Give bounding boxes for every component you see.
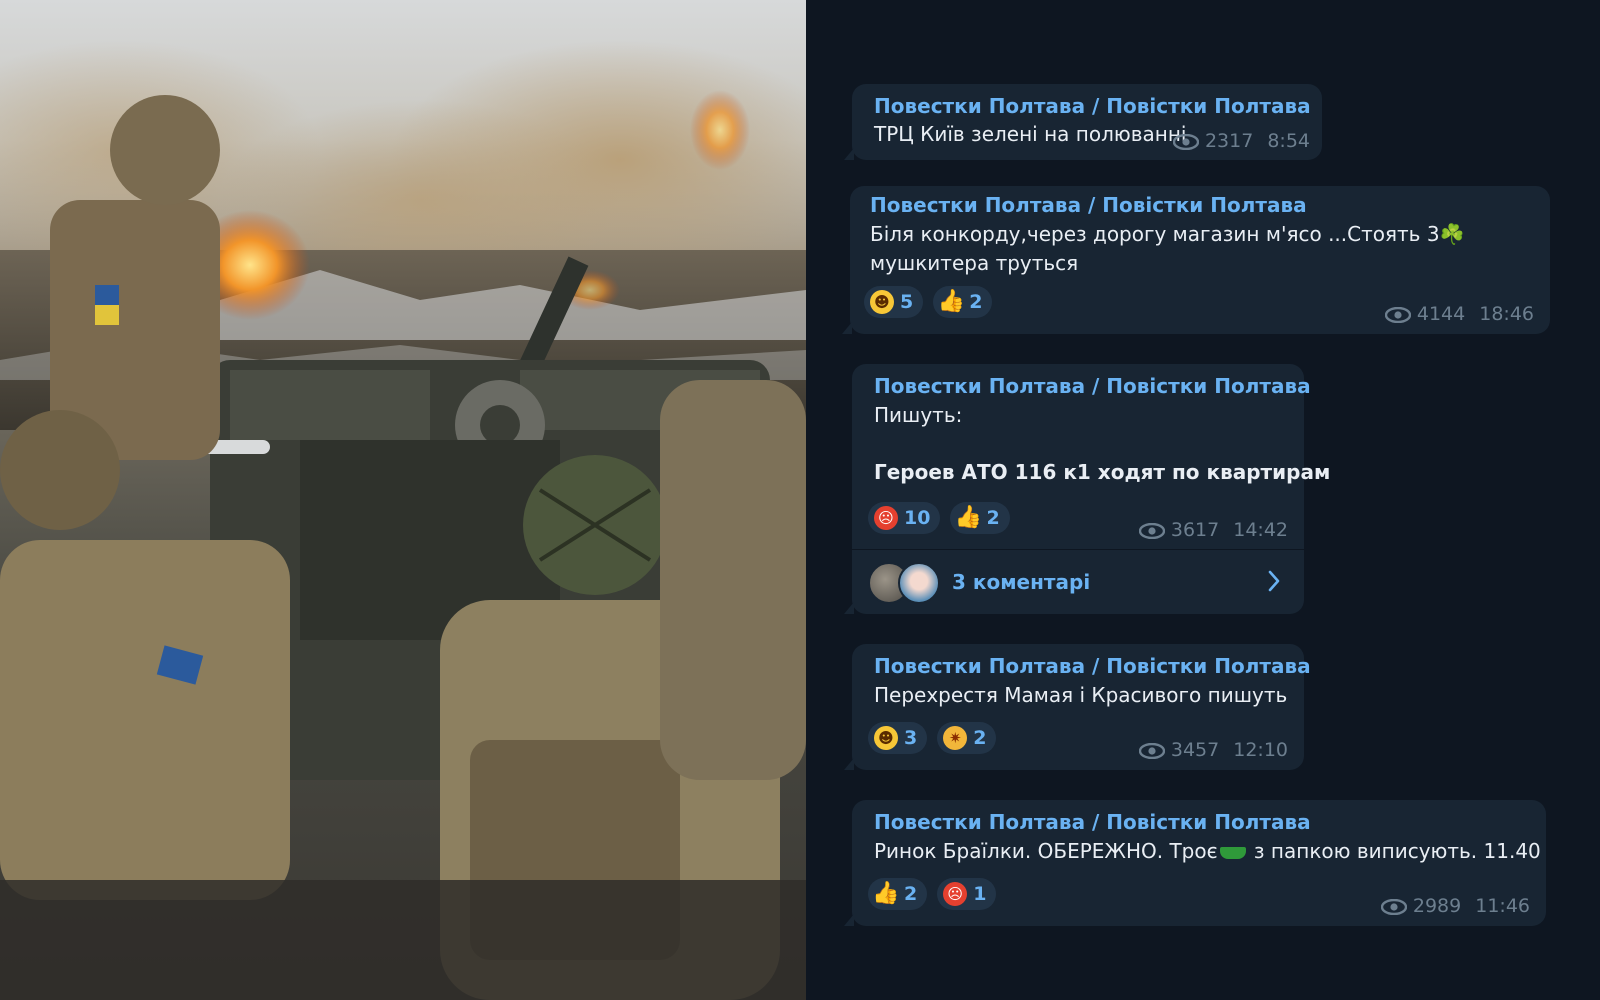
message[interactable]: Повестки Полтава / Повістки Полтава Біля… (842, 186, 1550, 334)
message[interactable]: Повестки Полтава / Повістки Полтава ТРЦ … (844, 84, 1322, 160)
message-time: 18:46 (1479, 303, 1534, 325)
reaction-grin[interactable]: ☻ 3 (868, 722, 928, 754)
message-text: Ринок Браїлки. ОБЕРЕЖНО. Троє з папкою в… (874, 837, 1541, 866)
message[interactable]: Повестки Полтава / Повістки Полтава Пере… (844, 644, 1311, 770)
angry-face-icon: ☹ (943, 882, 968, 906)
message-time: 11:46 (1475, 895, 1530, 917)
reaction-thumbs-up[interactable]: 👍 2 (933, 286, 993, 318)
message-author[interactable]: Повестки Полтава / Повістки Полтава (874, 652, 1311, 681)
message-text-line: мушкитера труться (870, 251, 1079, 275)
message-text: ТРЦ Київ зелені на полюванні (874, 122, 1187, 146)
reactions-bar: ☻ 3 ✷ 2 (868, 722, 997, 754)
reaction-count: 2 (969, 290, 983, 313)
message-author[interactable]: Повестки Полтава / Повістки Полтава (874, 372, 1311, 401)
reaction-angry[interactable]: ☹ 10 (868, 502, 941, 534)
message-meta: 3457 12:10 (1138, 736, 1288, 765)
thumbs-up-icon: 👍 (954, 505, 983, 530)
message-text: Перехрестя Мамая і Красивого пишуть (874, 683, 1288, 707)
reactions-bar: ☹ 10 👍 2 (868, 502, 1010, 534)
thumbs-up-icon: 👍 (937, 289, 965, 314)
reaction-thumbs-up[interactable]: 👍 2 (868, 878, 928, 910)
reaction-thumbs-up[interactable]: 👍 2 (950, 502, 1010, 534)
message-text-part: з папкою виписують. 11.40 (1247, 839, 1541, 863)
reactions-bar: 👍 2 ☹ 1 (868, 878, 997, 910)
comments-button[interactable]: 3 коментарі (852, 549, 1304, 614)
grin-icon: ☻ (874, 726, 898, 750)
message-author[interactable]: Повестки Полтава / Повістки Полтава (870, 191, 1307, 220)
view-count: 3617 (1170, 519, 1220, 541)
reaction-count: 2 (904, 882, 918, 905)
message-author[interactable]: Повестки Полтава / Повістки Полтава (874, 808, 1311, 837)
angry-face-icon: ☹ (874, 506, 898, 530)
message[interactable]: Повестки Полтава / Повістки Полтава Пишу… (844, 364, 1330, 614)
view-count: 2989 (1412, 895, 1462, 917)
green-shield-icon (1219, 846, 1246, 859)
grin-icon: ☻ (870, 290, 894, 314)
reaction-count: 5 (900, 290, 914, 313)
view-count: 4144 (1416, 303, 1466, 325)
exploding-head-icon: ✷ (943, 726, 968, 750)
reactions-bar: ☻ 5 👍 2 (864, 286, 993, 318)
commenter-avatars (868, 562, 942, 604)
reaction-angry[interactable]: ☹ 1 (937, 878, 997, 910)
reaction-count: 2 (973, 726, 987, 749)
view-count: 2317 (1204, 130, 1254, 152)
reaction-count: 1 (973, 882, 987, 905)
artillery-crew-photo (0, 0, 806, 1000)
chevron-right-icon (1268, 570, 1280, 592)
view-count: 3457 (1170, 739, 1220, 761)
message-time: 14:42 (1233, 519, 1288, 541)
reaction-count: 10 (904, 506, 931, 529)
message-time: 12:10 (1233, 739, 1288, 761)
message-author[interactable]: Повестки Полтава / Повістки Полтава (874, 92, 1311, 121)
reaction-grin[interactable]: ☻ 5 (864, 286, 924, 318)
views-eye-icon (1138, 522, 1165, 539)
message-meta: 4144 18:46 (1384, 300, 1534, 329)
message-meta: 2989 11:46 (1380, 892, 1530, 921)
message-meta: 2317 8:54 (1172, 127, 1310, 156)
views-eye-icon (1380, 898, 1407, 915)
views-eye-icon (1172, 133, 1199, 150)
channel-feed[interactable]: Повестки Полтава / Повістки Полтава ТРЦ … (806, 0, 1600, 1000)
message-text-line: Біля конкорду,через дорогу магазин м'ясо… (870, 222, 1465, 246)
views-eye-icon (1384, 306, 1411, 323)
message-text-bold: Героев АТО 116 к1 ходят по квартирам (874, 460, 1331, 484)
reaction-count: 2 (986, 506, 1000, 529)
comments-count-label: 3 коментарі (952, 569, 1091, 594)
reaction-count: 3 (904, 726, 918, 749)
message[interactable]: Повестки Полтава / Повістки Полтава Рино… (844, 800, 1546, 926)
thumbs-up-icon: 👍 (872, 881, 900, 906)
message-text-part: Ринок Браїлки. ОБЕРЕЖНО. Троє (874, 839, 1218, 863)
photo-illustration (0, 40, 806, 1000)
message-meta: 3617 14:42 (1138, 516, 1288, 545)
avatar (898, 562, 940, 604)
reaction-exploding-head[interactable]: ✷ 2 (937, 722, 997, 754)
views-eye-icon (1138, 742, 1165, 759)
message-time: 8:54 (1267, 130, 1310, 152)
message-text-line: Пишуть: (874, 403, 963, 427)
